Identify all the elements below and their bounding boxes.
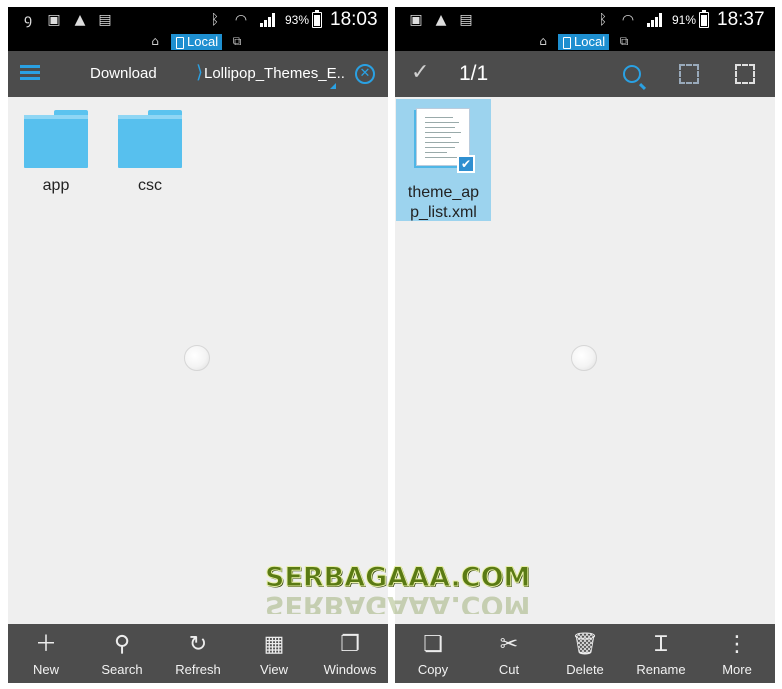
close-icon[interactable]: ✕ (355, 64, 375, 84)
done-check-icon[interactable]: ✓ (411, 62, 433, 84)
scissors-icon: ✂ (499, 632, 519, 657)
toolbar: Download ⟩ Lollipop_Themes_E... ✕ (8, 51, 388, 97)
loading-spinner-icon (571, 345, 597, 371)
breadcrumb-current[interactable]: Lollipop_Themes_E... (204, 65, 344, 82)
view-button[interactable]: ▦ View (236, 624, 312, 683)
network-icon[interactable]: ⧉ (617, 34, 631, 48)
file-item-theme-app-list[interactable]: ✔ theme_ap p_list.xml (396, 99, 491, 221)
image-notification-icon: ▣ (409, 12, 423, 28)
wifi-icon: ◠ (621, 12, 635, 28)
sim-icon: ▤ (98, 12, 112, 28)
local-location-badge[interactable]: Local (171, 34, 223, 50)
folder-icon (24, 110, 88, 168)
breadcrumb-download[interactable]: Download (90, 65, 157, 82)
location-bar: ⌂ Local ⧉ (395, 33, 775, 51)
rename-icon: Ɪ (654, 632, 668, 657)
network-icon[interactable]: ⧉ (230, 34, 244, 48)
status-bar: ꝯ ▣ ▲ ▤ ᛒ ◠ 93% 18:03 (8, 7, 388, 33)
web-search-icon[interactable] (623, 65, 641, 83)
local-location-badge[interactable]: Local (558, 34, 610, 50)
invert-selection-icon[interactable] (679, 64, 699, 84)
watermark-reflection-text: SERBAGAAA.COM (265, 590, 530, 614)
folder-icon (118, 110, 182, 168)
battery-percent: 93% (285, 13, 310, 27)
status-bar: ▣ ▲ ▤ ᛒ ◠ 91% 18:37 (395, 7, 775, 33)
more-button[interactable]: ⋮ More (699, 624, 775, 683)
file-name: csc (138, 177, 162, 194)
warning-icon: ▲ (435, 12, 447, 28)
battery-icon (312, 10, 322, 28)
refresh-button[interactable]: ↻ Refresh (160, 624, 236, 683)
bluetooth-icon: ᛒ (598, 12, 608, 28)
breadcrumb-dropdown-icon[interactable] (330, 83, 336, 89)
selected-check-icon[interactable]: ✔ (457, 155, 475, 173)
breadcrumb-separator-icon: ⟩ (196, 62, 204, 82)
grid-view-icon: ▦ (263, 632, 285, 657)
cut-button[interactable]: ✂ Cut (471, 624, 547, 683)
windows-button[interactable]: ❐ Windows (312, 624, 388, 683)
location-bar: ⌂ Local ⧉ (8, 33, 388, 51)
more-vertical-icon: ⋮ (726, 632, 748, 657)
delete-button[interactable]: 🗑 Delete (547, 624, 623, 683)
selection-count: 1/1 (459, 62, 489, 85)
image-notification-icon: ▣ (47, 12, 61, 28)
search-icon: ⚲ (113, 632, 131, 657)
battery-icon (699, 10, 709, 28)
home-icon[interactable]: ⌂ (536, 34, 550, 48)
trash-icon: 🗑 (571, 632, 599, 657)
signal-icon (647, 13, 663, 27)
bottom-action-bar: ❏ Copy ✂ Cut 🗑 Delete Ɪ Rename ⋮ More (395, 624, 775, 683)
menu-icon[interactable] (20, 65, 40, 81)
clock: 18:03 (330, 9, 378, 30)
new-button[interactable]: ＋ New (8, 624, 84, 683)
signal-icon (260, 13, 276, 27)
file-name: theme_ap p_list.xml (407, 184, 480, 221)
search-button[interactable]: ⚲ Search (84, 624, 160, 683)
home-icon[interactable]: ⌂ (148, 34, 162, 48)
selection-toolbar: ✓ 1/1 (395, 51, 775, 97)
rename-button[interactable]: Ɪ Rename (623, 624, 699, 683)
swirl-notification-icon: ꝯ (23, 12, 33, 28)
select-all-icon[interactable] (735, 64, 755, 84)
sim-icon: ▤ (459, 12, 473, 28)
plus-icon: ＋ (34, 632, 57, 657)
file-name: app (42, 177, 70, 194)
watermark-reflection: SERBAGAAA.COM (265, 590, 530, 614)
bluetooth-icon: ᛒ (210, 12, 220, 28)
wifi-icon: ◠ (234, 12, 248, 28)
bottom-action-bar: ＋ New ⚲ Search ↻ Refresh ▦ View ❐ Window… (8, 624, 388, 683)
warning-icon: ▲ (74, 12, 86, 28)
copy-button[interactable]: ❏ Copy (395, 624, 471, 683)
clock: 18:37 (717, 9, 765, 30)
battery-percent: 91% (672, 13, 697, 27)
refresh-icon: ↻ (188, 632, 208, 657)
copy-icon: ❏ (423, 632, 443, 657)
loading-spinner-icon (184, 345, 210, 371)
watermark: SERBAGAAA.COM (265, 562, 531, 594)
windows-icon: ❐ (340, 632, 360, 657)
